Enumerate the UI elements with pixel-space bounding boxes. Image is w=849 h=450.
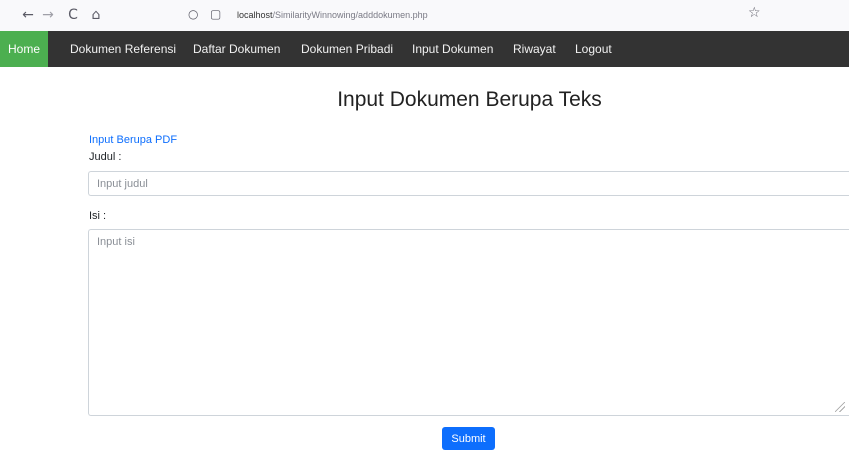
- isi-label: Isi :: [89, 210, 107, 222]
- page-title: Input Dokumen Berupa Teks: [337, 88, 602, 111]
- judul-label: Judul :: [89, 151, 122, 163]
- judul-input[interactable]: [88, 171, 849, 196]
- bookmark-star-icon[interactable]: ☆: [748, 5, 761, 21]
- home-icon[interactable]: ⌂: [88, 7, 104, 23]
- reload-icon[interactable]: C: [65, 7, 81, 23]
- pdf-input-link[interactable]: Input Berupa PDF: [89, 134, 177, 146]
- resize-grip-icon[interactable]: [835, 402, 845, 412]
- submit-button[interactable]: Submit: [442, 427, 495, 450]
- shield-icon[interactable]: ○: [188, 7, 198, 21]
- nav-home[interactable]: Home: [0, 31, 49, 67]
- nav-logout[interactable]: Logout: [567, 31, 620, 67]
- page-icon[interactable]: ▢: [210, 7, 221, 21]
- isi-textarea[interactable]: [88, 229, 849, 416]
- nav-riwayat[interactable]: Riwayat: [505, 31, 564, 67]
- back-icon[interactable]: ←: [20, 7, 36, 23]
- main-navbar: Home Dokumen Referensi Daftar Dokumen Do…: [0, 31, 849, 67]
- nav-dokumen-pribadi[interactable]: Dokumen Pribadi: [293, 31, 401, 67]
- browser-toolbar: ← → C ⌂ ○ ▢ localhost/SimilarityWinnowin…: [0, 0, 849, 32]
- url-host: localhost: [237, 10, 273, 20]
- nav-daftar-dokumen[interactable]: Daftar Dokumen: [185, 31, 288, 67]
- forward-icon[interactable]: →: [40, 7, 56, 23]
- nav-dokumen-referensi[interactable]: Dokumen Referensi: [62, 31, 184, 67]
- url-path: /SimilarityWinnowing/adddokumen.php: [272, 10, 428, 20]
- nav-input-dokumen[interactable]: Input Dokumen: [404, 31, 501, 67]
- url-bar[interactable]: ○ ▢ localhost/SimilarityWinnowing/adddok…: [182, 5, 802, 26]
- url-text[interactable]: localhost/SimilarityWinnowing/adddokumen…: [237, 10, 428, 20]
